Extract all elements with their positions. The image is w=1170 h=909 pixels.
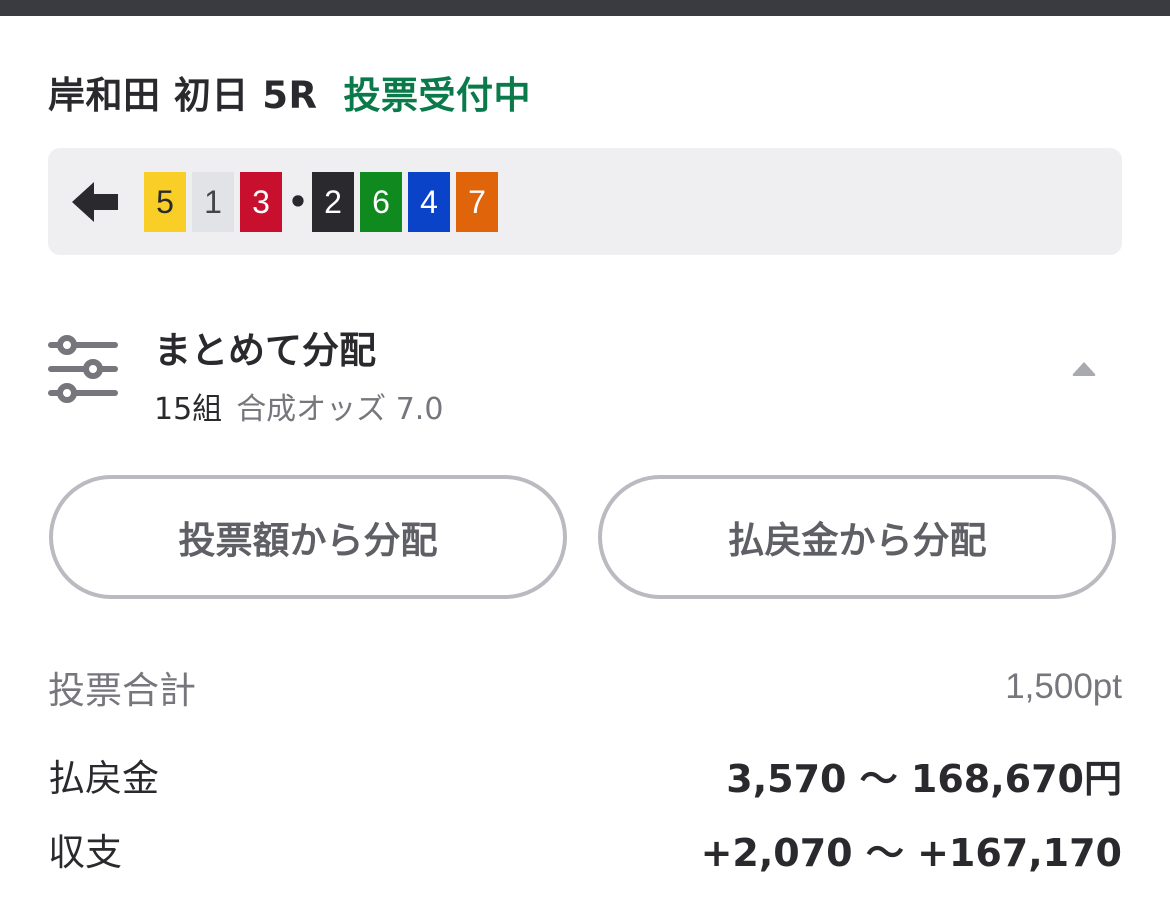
bike-number-box: 7	[456, 172, 498, 232]
distribution-title: まとめて分配	[154, 329, 376, 372]
balance-label: 収支	[48, 831, 122, 874]
race-header: 岸和田 初日 5R 投票受付中	[48, 64, 531, 120]
bike-number-box: 3	[240, 172, 282, 232]
combination-separator: •	[287, 183, 309, 221]
top-bar	[0, 0, 1170, 16]
bike-number-box: 4	[408, 172, 450, 232]
bike-number-box: 2	[312, 172, 354, 232]
balance-row: 収支 +2,070 〜 +167,170	[48, 822, 1122, 876]
payout-label: 払戻金	[48, 757, 159, 800]
distribution-panel: まとめて分配 15組 合成オッズ 7.0	[48, 310, 1122, 428]
caret-up-icon[interactable]	[1070, 360, 1098, 378]
arrow-left-icon[interactable]	[70, 178, 122, 226]
distribute-by-bet-button[interactable]: 投票額から分配	[49, 475, 567, 599]
combination-count: 15組	[154, 392, 223, 427]
bike-number-box: 5	[144, 172, 186, 232]
payout-row: 払戻金 3,570 〜 168,670円	[48, 748, 1122, 802]
bet-total-value: 1,500pt	[1005, 667, 1122, 706]
distribute-by-payout-button[interactable]: 払戻金から分配	[598, 475, 1116, 599]
bike-number-box: 6	[360, 172, 402, 232]
combination-numbers: 5 1 3 • 2 6 4 7	[144, 172, 504, 232]
sliders-icon	[48, 335, 118, 403]
bike-number-box: 1	[192, 172, 234, 232]
race-name: 岸和田 初日 5R	[48, 74, 318, 117]
race-status: 投票受付中	[343, 74, 531, 117]
distribution-subtitle: 15組 合成オッズ 7.0	[154, 384, 443, 428]
combination-box: 5 1 3 • 2 6 4 7	[48, 148, 1122, 255]
bet-total-label: 投票合計	[48, 669, 196, 712]
payout-value: 3,570 〜 168,670円	[726, 756, 1122, 801]
combined-odds: 合成オッズ 7.0	[236, 392, 444, 427]
balance-value: +2,070 〜 +167,170	[700, 830, 1122, 875]
bet-total-row: 投票合計 1,500pt	[48, 662, 1122, 712]
